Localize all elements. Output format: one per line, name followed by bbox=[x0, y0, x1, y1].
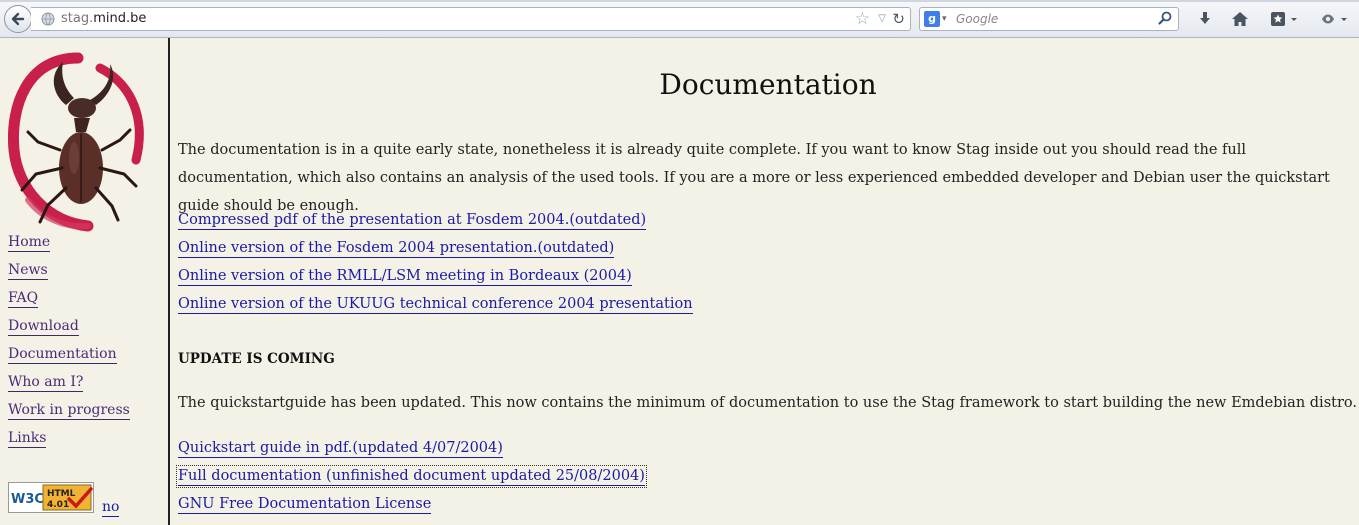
doc-link-rmll-lsm[interactable]: Online version of the RMLL/LSM meeting i… bbox=[178, 267, 632, 286]
w3c-html-badge[interactable]: W3C HTML 4.01 bbox=[8, 482, 94, 513]
url-prefix: stag. bbox=[61, 11, 94, 26]
stag-beetle-logo bbox=[8, 52, 144, 232]
update-heading: UPDATE IS COMING bbox=[178, 351, 335, 367]
badge-no-link[interactable]: no bbox=[102, 499, 120, 517]
bookmark-star-icon[interactable]: ☆ bbox=[855, 10, 870, 28]
globe-icon bbox=[41, 12, 55, 26]
doc-link-gfdl[interactable]: GNU Free Documentation License bbox=[178, 495, 432, 514]
engine-dropdown-icon[interactable]: ▾ bbox=[942, 11, 947, 27]
doc-link-full-documentation[interactable]: Full documentation (unfinished document … bbox=[176, 465, 647, 488]
addon-menu-icon[interactable] bbox=[1318, 9, 1352, 29]
url-host: mind.be bbox=[93, 11, 147, 26]
back-button[interactable] bbox=[4, 5, 32, 33]
home-icon[interactable] bbox=[1229, 9, 1251, 29]
nav-link-who-am-i[interactable]: Who am I? bbox=[8, 374, 84, 392]
doc-link-fosdem-online[interactable]: Online version of the Fosdem 2004 presen… bbox=[178, 239, 615, 258]
nav-link-documentation[interactable]: Documentation bbox=[8, 346, 117, 364]
downloads-icon[interactable] bbox=[1194, 9, 1216, 29]
search-icon[interactable] bbox=[1157, 10, 1173, 26]
badge-line-2: 4.01 bbox=[47, 500, 69, 510]
w3c-badge-graphic: W3C HTML 4.01 bbox=[9, 483, 93, 512]
sidebar-divider bbox=[168, 38, 170, 525]
page-viewport: Home News FAQ Download Documentation Who… bbox=[0, 38, 1359, 525]
doc-link-quickstart-pdf[interactable]: Quickstart guide in pdf.(updated 4/07/20… bbox=[178, 439, 503, 458]
nav-link-links[interactable]: Links bbox=[8, 430, 47, 448]
sidebar: Home News FAQ Download Documentation Who… bbox=[0, 38, 168, 525]
nav-link-work-in-progress[interactable]: Work in progress bbox=[8, 402, 130, 420]
google-engine-icon[interactable]: g bbox=[924, 11, 940, 27]
badge-line-1: HTML bbox=[47, 489, 76, 499]
search-placeholder: Google bbox=[956, 12, 999, 26]
url-bar[interactable]: stag.mind.be ☆ ▽ ↻ bbox=[31, 7, 911, 31]
search-bar[interactable]: g ▾ Google bbox=[919, 7, 1179, 31]
back-arrow-icon bbox=[11, 12, 25, 26]
nav-link-home[interactable]: Home bbox=[8, 234, 51, 252]
doc-link-fosdem-pdf[interactable]: Compressed pdf of the presentation at Fo… bbox=[178, 211, 647, 230]
history-dropdown-icon[interactable]: ▽ bbox=[878, 10, 886, 28]
reload-icon[interactable]: ↻ bbox=[892, 9, 905, 29]
update-paragraph: The quickstartguide has been updated. Th… bbox=[178, 395, 1357, 411]
page-title: Documentation bbox=[659, 68, 877, 101]
nav-link-faq[interactable]: FAQ bbox=[8, 290, 39, 308]
intro-paragraph: The documentation is in a quite early st… bbox=[178, 142, 1330, 214]
nav-link-download[interactable]: Download bbox=[8, 318, 79, 336]
doc-link-ukuug[interactable]: Online version of the UKUUG technical co… bbox=[178, 295, 693, 314]
w3c-text: W3C bbox=[11, 492, 44, 507]
bookmarks-menu-icon[interactable] bbox=[1268, 9, 1302, 29]
nav-link-news[interactable]: News bbox=[8, 262, 48, 280]
url-text: stag.mind.be bbox=[61, 11, 146, 26]
browser-toolbar: stag.mind.be ☆ ▽ ↻ g ▾ Google bbox=[0, 0, 1359, 38]
tab-strip-edge bbox=[0, 0, 1359, 2]
